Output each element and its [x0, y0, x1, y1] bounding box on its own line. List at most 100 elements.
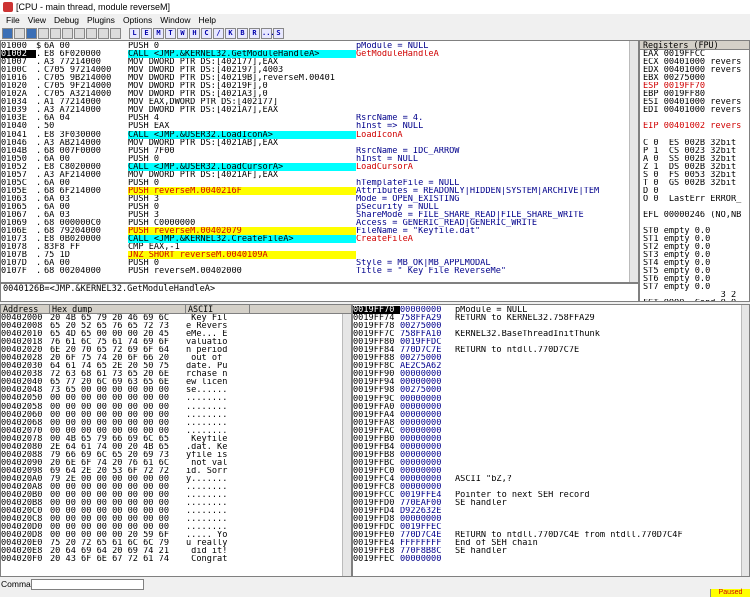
dump-scrollbar[interactable]: [342, 314, 351, 576]
stack-row[interactable]: 0019FFA4 00000000: [353, 411, 749, 419]
dump-row[interactable]: 00402000 20 4B 65 79 20 46 69 6C Key Fil: [1, 314, 351, 322]
dump-row[interactable]: 00402020 6E 20 70 65 72 69 6F 64 n period: [1, 346, 351, 354]
dump-row[interactable]: 00402018 76 61 6C 75 61 74 69 6F valuatio: [1, 338, 351, 346]
toolbar-button[interactable]: [2, 28, 13, 39]
register-line[interactable]: [640, 219, 749, 227]
stack-row[interactable]: 0019FF70 00000000 pModule = NULL: [353, 306, 749, 315]
register-line[interactable]: A 0 SS 002B 32bit: [640, 155, 749, 163]
menu-item[interactable]: File: [2, 14, 24, 27]
register-line[interactable]: EFL 00000246 (NO,NB: [640, 211, 749, 219]
register-line[interactable]: S 0 FS 0053 32bit: [640, 171, 749, 179]
menu-item[interactable]: Plugins: [83, 14, 119, 27]
toolbar-button[interactable]: [74, 28, 85, 39]
stack-row[interactable]: 0019FFB8 00000000: [353, 451, 749, 459]
dump-row[interactable]: 00402010 65 4D 65 00 00 00 20 45 eMe... E: [1, 330, 351, 338]
stack-row[interactable]: 0019FFC0 00000000: [353, 467, 749, 475]
disasm-row[interactable]: 01067. 6A 03 PUSH 3 ShareMode = FILE_SHARE_…: [1, 211, 638, 219]
disasm-row[interactable]: 0104B. 68 007F0000 PUSH 7F00 RsrcName = IDC…: [1, 147, 638, 155]
register-line[interactable]: EBX 00275000: [640, 74, 749, 82]
toolbar-button[interactable]: [14, 28, 25, 39]
register-line[interactable]: FST 0000 Cond 0 0: [640, 299, 749, 301]
stack-row[interactable]: 0019FFD8 00000000: [353, 515, 749, 523]
toolbar-window-button[interactable]: M: [153, 28, 164, 39]
dump-row[interactable]: 00402048 73 65 00 00 00 00 00 00 se......: [1, 386, 351, 394]
disasm-row[interactable]: 0103E. 6A 04 PUSH 4 RsrcName = 4.: [1, 114, 638, 122]
stack-row[interactable]: 0019FFD0 770EAF00 SE handler: [353, 499, 749, 507]
register-line[interactable]: O 0 LastErr ERROR_: [640, 195, 749, 203]
stack-row[interactable]: 0019FFC4 00000000 ASCII "bZ,?: [353, 475, 749, 483]
disasm-row[interactable]: 0105E. 68 6F214000 PUSH reverseM.0040216F A…: [1, 186, 638, 195]
dump-column-header[interactable]: Address: [1, 305, 50, 314]
stack-row[interactable]: 0019FFE4 FFFFFFFF End of SEH chain: [353, 539, 749, 547]
dump-row[interactable]: 004020B8 00 00 00 00 00 00 00 00........: [1, 499, 351, 507]
disasm-row[interactable]: 01052. E8 C8020000 CALL <JMP.&USER32.LoadC…: [1, 162, 638, 171]
register-line[interactable]: ECX 00401000 revers: [640, 58, 749, 66]
stack-row[interactable]: 0019FF78 00275000: [353, 322, 749, 330]
dump-row[interactable]: 00402050 00 00 00 00 00 00 00 00........: [1, 394, 351, 402]
dump-row[interactable]: 00402070 00 00 00 00 00 00 00 00........: [1, 427, 351, 435]
disasm-row[interactable]: 0100C. C705 97214000 MOV DWORD PTR DS:[402…: [1, 66, 638, 74]
stack-row[interactable]: 0019FFEC 00000000: [353, 555, 749, 563]
stack-scrollbar[interactable]: [741, 305, 749, 576]
register-line[interactable]: EDX 00401000 revers: [640, 66, 749, 74]
disasm-row[interactable]: 01016. C705 9B214000 MOV DWORD PTR DS:[402…: [1, 74, 638, 82]
stack-row[interactable]: 0019FFA8 00000000: [353, 419, 749, 427]
disasm-row[interactable]: 01050. 6A 00 PUSH 0 hInst = NULL: [1, 155, 638, 163]
toolbar-button[interactable]: [110, 28, 121, 39]
toolbar-window-button[interactable]: S: [273, 28, 284, 39]
disasm-row[interactable]: 0107B. 75 1D JNZ SHORT reverseM.0040109A: [1, 251, 638, 260]
register-line[interactable]: ESI 00401000 revers: [640, 98, 749, 106]
dump-row[interactable]: 00402098 69 64 2E 20 53 6F 72 72 id. Sorr: [1, 467, 351, 475]
toolbar-window-button[interactable]: B: [237, 28, 248, 39]
dump-row[interactable]: 004020B0 00 00 00 00 00 00 00 00........: [1, 491, 351, 499]
dump-row[interactable]: 00402038 72 63 68 61 73 65 20 6E rchase n: [1, 370, 351, 378]
menu-item[interactable]: Debug: [50, 14, 83, 27]
stack-row[interactable]: 0019FF8C AE2C5A62: [353, 362, 749, 370]
register-line[interactable]: ST5 empty 0.0: [640, 267, 749, 275]
stack-row[interactable]: 0019FFB0 00000000: [353, 435, 749, 443]
dump-row[interactable]: 00402008 65 20 52 65 76 65 72 73 e Revers: [1, 322, 351, 330]
stack-row[interactable]: 0019FF74 758FFA29 RETURN to KERNEL32.758FF…: [353, 314, 749, 322]
disasm-row[interactable]: 01073. E8 0B020000 CALL <JMP.&KERNEL32.Cre…: [1, 235, 638, 244]
stack-row[interactable]: 0019FFD4 D922632E: [353, 507, 749, 515]
disasm-row[interactable]: 0107D. 6A 00 PUSH 0 Style = MB_OK|MB_APPLMO…: [1, 259, 638, 267]
disasm-row[interactable]: 0107F. 68 00204000 PUSH reverseM.00402000 T…: [1, 267, 638, 275]
disasm-row[interactable]: 01078. 83F8 FF CMP EAX,-1: [1, 243, 638, 251]
toolbar-window-button[interactable]: K: [225, 28, 236, 39]
dump-row[interactable]: 00402068 00 00 00 00 00 00 00 00........: [1, 419, 351, 427]
stack-row[interactable]: 0019FF98 00275000: [353, 386, 749, 394]
register-line[interactable]: [640, 114, 749, 122]
disassembly-pane[interactable]: 01000 $6A 00 PUSH 0 pModule = NULL 01002. E8 …: [0, 40, 639, 283]
dump-row[interactable]: 004020C0 00 00 00 00 00 00 00 00........: [1, 507, 351, 515]
command-input[interactable]: [31, 579, 144, 590]
register-line[interactable]: [640, 203, 749, 211]
dump-row[interactable]: 00402060 00 00 00 00 00 00 00 00........: [1, 411, 351, 419]
menu-item[interactable]: Help: [194, 14, 219, 27]
disasm-row[interactable]: 01063. 6A 03 PUSH 3 Mode = OPEN_EXISTING: [1, 195, 638, 203]
toolbar-button[interactable]: [38, 28, 49, 39]
toolbar-window-button[interactable]: E: [141, 28, 152, 39]
stack-row[interactable]: 0019FFAC 00000000: [353, 427, 749, 435]
stack-row[interactable]: 0019FF80 0019FFDC: [353, 338, 749, 346]
disassembly-scrollbar[interactable]: [629, 41, 638, 282]
disasm-row[interactable]: 0102A. C705 A3214000 MOV DWORD PTR DS:[402…: [1, 90, 638, 98]
disasm-row[interactable]: 01007. A3 77214000 MOV DWORD PTR DS:[40217…: [1, 58, 638, 66]
register-line[interactable]: ST3 empty 0.0: [640, 251, 749, 259]
register-line[interactable]: [640, 130, 749, 138]
stack-row[interactable]: 0019FFCC 0019FFE4 Pointer to next SEH reco…: [353, 491, 749, 499]
disasm-row[interactable]: 01046. A3 AB214000 MOV DWORD PTR DS:[4021A…: [1, 139, 638, 147]
toolbar-button[interactable]: [86, 28, 97, 39]
disasm-row[interactable]: 0106E. 68 79204000 PUSH reverseM.00402079 F…: [1, 227, 638, 236]
registers-pane[interactable]: Registers (FPU) EAX 0019FFCC ECX 00401000…: [639, 40, 750, 302]
stack-row[interactable]: 0019FFDC 0019FFEC: [353, 523, 749, 531]
dump-column-header[interactable]: ASCII: [186, 305, 250, 313]
toolbar-button[interactable]: [50, 28, 61, 39]
stack-row[interactable]: 0019FF7C 758FFA10 KERNEL32.BaseThreadInitT…: [353, 330, 749, 338]
toolbar-window-button[interactable]: W: [177, 28, 188, 39]
dump-row[interactable]: 004020A8 00 00 00 00 00 00 00 00........: [1, 483, 351, 491]
toolbar-window-button[interactable]: R: [249, 28, 260, 39]
dump-row[interactable]: 004020E0 75 20 72 65 61 6C 6C 79 u really: [1, 539, 351, 547]
dump-row[interactable]: 00402088 79 66 69 6C 65 20 69 73 yfile is: [1, 451, 351, 459]
toolbar-button[interactable]: [62, 28, 73, 39]
disasm-row[interactable]: 0105C. 6A 00 PUSH 0 hTemplateFile = NULL: [1, 179, 638, 187]
